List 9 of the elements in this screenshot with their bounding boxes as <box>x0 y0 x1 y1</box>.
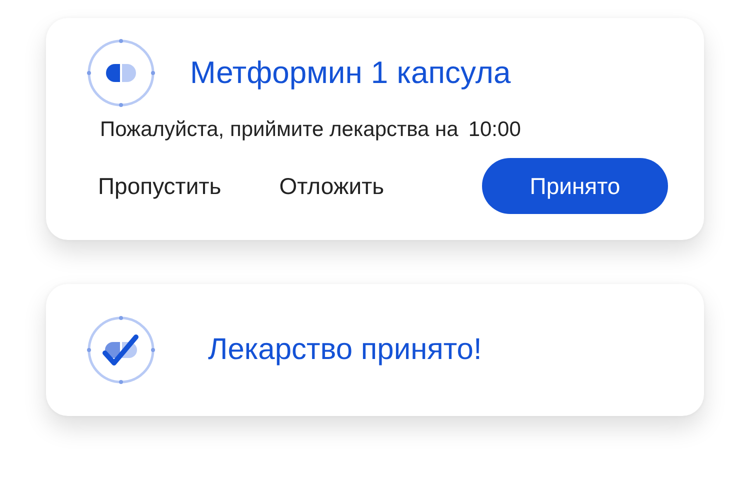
medication-title: Метформин 1 капсула <box>190 55 511 91</box>
capsule-icon <box>86 38 156 108</box>
reminder-message: Пожалуйста, приймите лекарства на <box>100 118 458 142</box>
reminder-time: 10:00 <box>468 118 521 142</box>
action-button[interactable]: Отложить <box>267 164 396 208</box>
accept-button[interactable]: Принято <box>482 158 668 214</box>
confirmation-title: Лекарство принято! <box>208 333 482 367</box>
checked-capsule-icon <box>86 315 156 385</box>
action-button[interactable]: Пропустить <box>86 164 234 208</box>
